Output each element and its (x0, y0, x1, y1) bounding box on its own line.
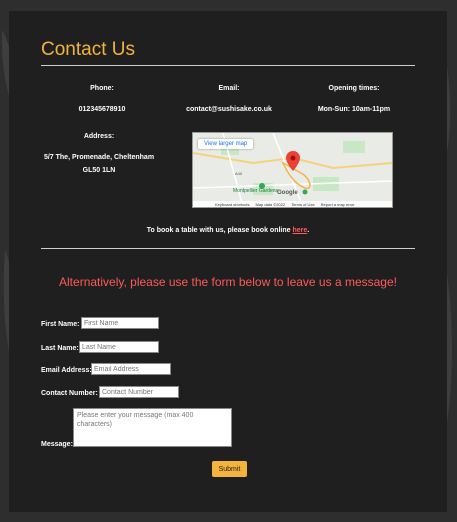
phone-value: 012345678910 (78, 106, 126, 113)
message-textarea[interactable]: Please enter your message (max 400 chara… (73, 408, 232, 447)
map-data-text: Map data ©2022 (255, 201, 286, 207)
form-intro: Alternatively, please use the form below… (59, 275, 397, 289)
first-name-label: First Name: (41, 321, 80, 328)
hours-value: Mon-Sun: 10am-11pm (317, 106, 391, 113)
keyboard-shortcuts-link[interactable]: Keyboard shortcuts (215, 202, 249, 207)
title-divider (41, 65, 415, 66)
view-larger-map-link[interactable]: View larger map (198, 139, 254, 149)
map-road-label: A40 (235, 171, 243, 176)
first-name-input[interactable] (81, 317, 159, 329)
booking-suffix: . (307, 227, 310, 234)
message-label: Message: (41, 441, 73, 448)
phone-label: Phone: (90, 85, 114, 92)
map-attribution: Keyboard shortcuts Map data ©2022 Terms … (193, 201, 392, 207)
address-label: Address: (83, 133, 115, 140)
book-online-link[interactable]: here (292, 227, 307, 234)
terms-link[interactable]: Terms of Use (291, 202, 315, 207)
booking-divider (41, 248, 415, 249)
email-value: contact@sushisake.co.uk (186, 106, 272, 113)
google-logo: Google (277, 190, 298, 196)
contact-number-input[interactable] (99, 386, 179, 398)
map-place-label: Montpellier Gardens (233, 188, 279, 194)
address-line1: 5/7 The, Promenade, Cheltenham (43, 154, 155, 161)
report-error-link[interactable]: Report a map error (321, 202, 355, 207)
email-address-input[interactable] (91, 363, 171, 375)
email-address-label: Email Address: (41, 367, 92, 374)
map-pin-icon (286, 151, 300, 171)
email-label: Email: (218, 85, 240, 92)
last-name-input[interactable] (79, 341, 159, 353)
booking-text: To book a table with us, please book onl… (9, 227, 447, 234)
address-line2: GL50 1LN (82, 167, 116, 174)
contact-panel: Contact Us Phone: 012345678910 Email: co… (9, 11, 447, 512)
hours-label: Opening times: (328, 85, 380, 92)
submit-button[interactable]: Submit (212, 461, 247, 477)
booking-prefix: To book a table with us, please book onl… (146, 227, 293, 234)
location-map[interactable]: View larger map Montpellier Gardens A40 … (192, 132, 393, 208)
contact-number-label: Contact Number: (41, 390, 98, 397)
page-title: Contact Us (41, 39, 135, 60)
last-name-label: Last Name: (41, 345, 79, 352)
